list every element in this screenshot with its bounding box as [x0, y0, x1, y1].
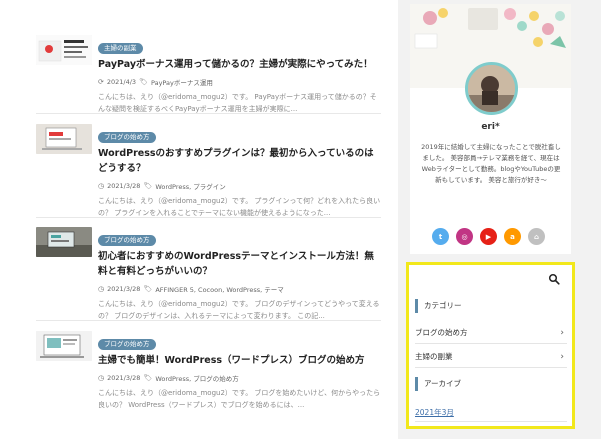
chevron-right-icon: › [560, 328, 564, 338]
post-thumbnail[interactable] [36, 124, 92, 154]
post-meta: ◷ 2021/3/28 🏷 WordPress, ブログの始め方 [98, 373, 381, 383]
category-badge[interactable]: ブログの始め方 [98, 132, 156, 143]
category-item[interactable]: ブログの始め方 › [415, 322, 567, 344]
author-name: eri* [481, 122, 500, 132]
profile-widget: eri* 2019年に結婚して主婦になったことで脱社畜しました。 美容部員→テレ… [410, 4, 571, 254]
post-item[interactable]: ブログの始め方 WordPressのおすすめプラグインは？最初から入っているのは… [36, 124, 381, 217]
chevron-right-icon: › [560, 352, 564, 362]
category-item-label: 主婦の副業 [415, 352, 453, 361]
post-date: 2021/3/28 [107, 285, 141, 293]
category-badge[interactable]: ブログの始め方 [98, 339, 156, 350]
post-date: 2021/3/28 [107, 182, 141, 190]
category-badge[interactable]: ブログの始め方 [98, 235, 156, 246]
post-item[interactable]: ブログの始め方 主婦でも簡単！WordPress（ワードプレス）ブログの始め方 … [36, 331, 381, 411]
amazon-icon[interactable]: a [504, 228, 521, 245]
clock-icon: ◷ [98, 182, 105, 190]
post-thumbnail[interactable] [36, 35, 92, 65]
post-tags[interactable]: PayPayボーナス運用 [151, 77, 213, 87]
post-excerpt: こんにちは、えり（@eridoma_mogu2）です。 ブログを始めたいけど、何… [98, 389, 381, 409]
category-badge[interactable]: 主婦の副業 [98, 43, 143, 54]
refresh-icon: ⟳ [98, 78, 104, 86]
twitter-icon[interactable]: t [432, 228, 449, 245]
clock-icon: ◷ [98, 374, 105, 382]
post-excerpt: こんにちは、えり（@eridoma_mogu2）です。 PayPayボーナス運用… [98, 93, 377, 113]
divider [415, 421, 567, 422]
divider [36, 320, 381, 321]
search-icon[interactable] [548, 273, 560, 285]
post-thumbnail[interactable] [36, 331, 92, 361]
post-title[interactable]: 初心者におすすめのWordPressテーマとインストール方法！無料と有料どっちが… [98, 249, 381, 279]
post-meta: ◷ 2021/3/28 🏷 AFFINGER 5, Cocoon, WordPr… [98, 284, 381, 294]
tag-icon: 🏷 [139, 78, 148, 86]
post-list: 主婦の副業 PayPayボーナス運用って儲かるの？主婦が実際にやってみた！ ⟳ … [0, 0, 398, 439]
post-item[interactable]: ブログの始め方 初心者におすすめのWordPressテーマとインストール方法！無… [36, 227, 381, 320]
post-item[interactable]: 主婦の副業 PayPayボーナス運用って儲かるの？主婦が実際にやってみた！ ⟳ … [36, 35, 381, 113]
post-title[interactable]: WordPressのおすすめプラグインは？最初から入っているのはどうする？ [98, 146, 381, 176]
avatar [465, 62, 518, 115]
sidebar-widget-highlighted: カテゴリー ブログの始め方 › 主婦の副業 › アーカイブ 2021年3月 [406, 262, 575, 429]
post-title[interactable]: 主婦でも簡単！WordPress（ワードプレス）ブログの始め方 [98, 353, 381, 368]
post-title[interactable]: PayPayボーナス運用って儲かるの？主婦が実際にやってみた！ [98, 57, 381, 72]
post-tags[interactable]: WordPress, プラグイン [155, 181, 225, 191]
category-item[interactable]: 主婦の副業 › [415, 346, 567, 368]
post-meta: ⟳ 2021/4/3 🏷 PayPayボーナス運用 [98, 77, 381, 87]
youtube-icon[interactable]: ▶ [480, 228, 497, 245]
tag-icon: 🏷 [143, 285, 153, 293]
search-form[interactable] [409, 265, 572, 293]
instagram-icon[interactable]: ◎ [456, 228, 473, 245]
author-bio: 2019年に結婚して主婦になったことで脱社畜しました。 美容部員→テレマ業務を経… [421, 143, 561, 184]
widget-title-categories: カテゴリー [415, 299, 567, 313]
tag-icon: 🏷 [143, 182, 153, 190]
post-tags[interactable]: WordPress, ブログの始め方 [155, 373, 238, 383]
social-links: t ◎ ▶ a ⌂ [432, 228, 545, 245]
post-thumbnail[interactable] [36, 227, 92, 257]
widget-title-archives: アーカイブ [415, 377, 567, 391]
category-item-label: ブログの始め方 [415, 328, 468, 337]
post-excerpt: こんにちは、えり（@eridoma_mogu2）です。 プラグインって何？どれを… [98, 197, 381, 217]
post-meta: ◷ 2021/3/28 🏷 WordPress, プラグイン [98, 181, 381, 191]
post-tags[interactable]: AFFINGER 5, Cocoon, WordPress, テーマ [155, 284, 283, 294]
post-date: 2021/4/3 [106, 78, 137, 86]
home-icon[interactable]: ⌂ [528, 228, 545, 245]
tag-icon: 🏷 [143, 374, 153, 382]
clock-icon: ◷ [98, 285, 105, 293]
archive-link[interactable]: 2021年3月 [415, 407, 454, 418]
post-excerpt: こんにちは、えり（@eridoma_mogu2）です。 ブログのデザインってどう… [98, 300, 380, 320]
divider [36, 113, 381, 114]
post-date: 2021/3/28 [107, 374, 141, 382]
divider [36, 217, 381, 218]
